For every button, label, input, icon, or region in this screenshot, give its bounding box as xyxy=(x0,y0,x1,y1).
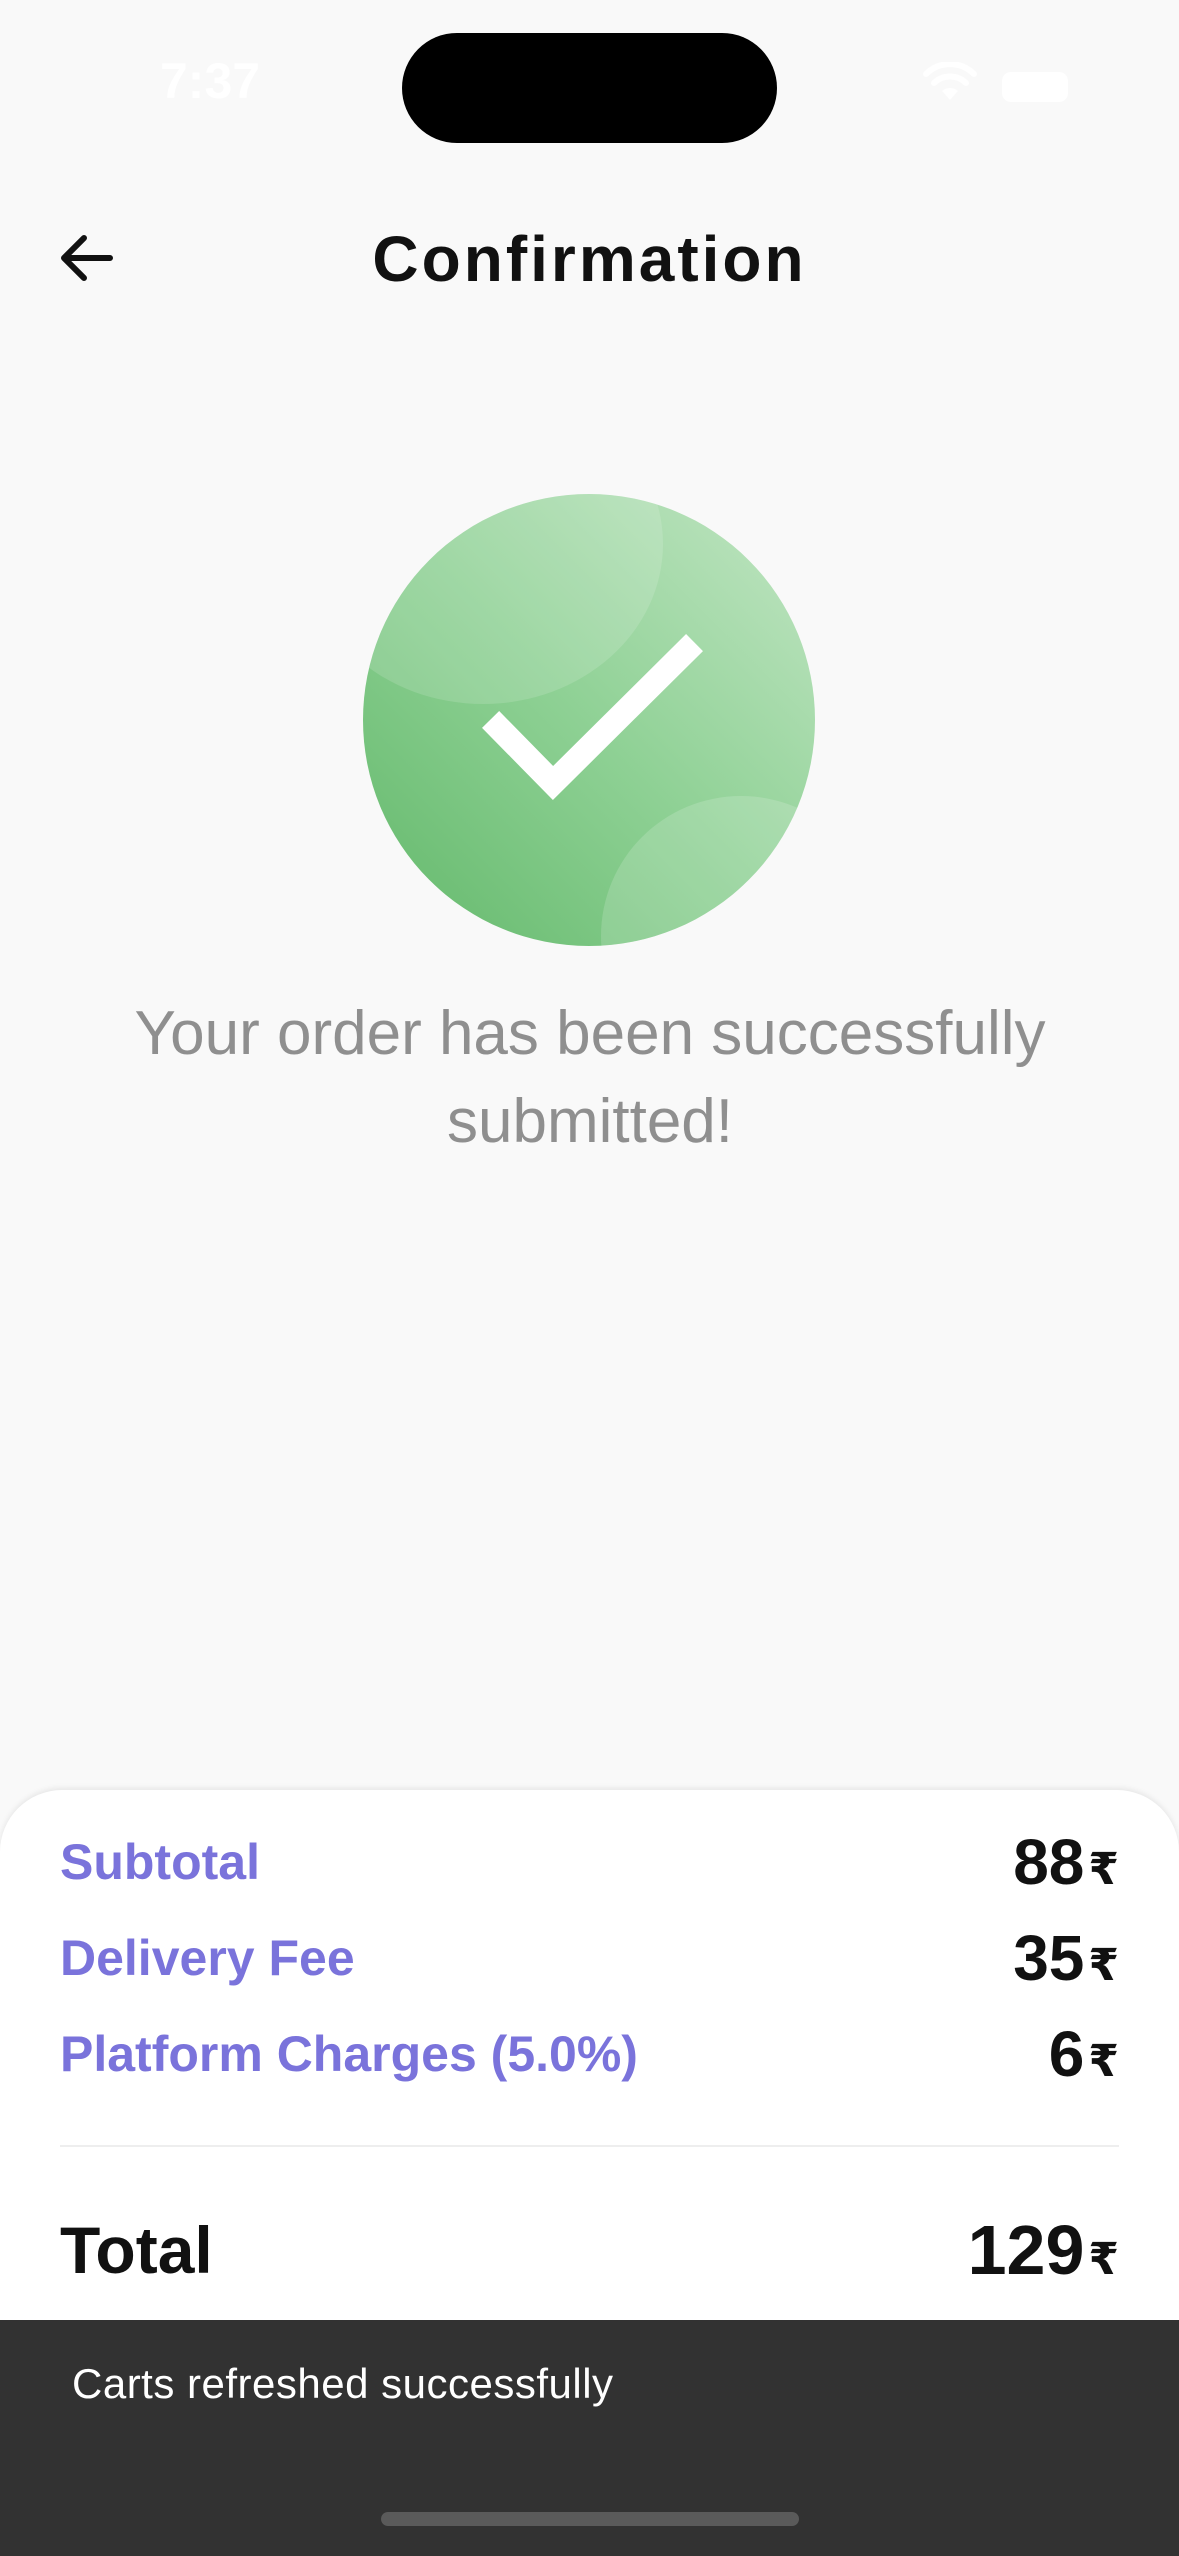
status-time: 7:37 xyxy=(160,53,261,109)
total-label: Total xyxy=(60,2213,213,2287)
checkmark-icon xyxy=(482,634,703,801)
total-amount: 129₹ xyxy=(967,2211,1119,2289)
snackbar-message: Carts refreshed successfully xyxy=(72,2360,614,2407)
delivery-fee-label: Delivery Fee xyxy=(60,1930,355,1986)
delivery-fee-amount: 35₹ xyxy=(1013,1922,1119,1994)
rupee-symbol: ₹ xyxy=(1088,1845,1119,1894)
dynamic-island xyxy=(402,33,777,143)
total-row: Total 129₹ xyxy=(60,2202,1119,2298)
divider xyxy=(60,2145,1119,2147)
subtotal-label: Subtotal xyxy=(60,1834,260,1890)
confirmation-screen: 7:37 Confirmation Your order has been su… xyxy=(0,0,1179,2556)
rupee-symbol: ₹ xyxy=(1088,2037,1119,2086)
battery-icon xyxy=(1002,72,1068,102)
platform-charges-label: Platform Charges (5.0%) xyxy=(60,2026,638,2082)
subtotal-amount: 88₹ xyxy=(1013,1826,1119,1898)
rupee-symbol: ₹ xyxy=(1088,1941,1119,1990)
success-message: Your order has been successfully submitt… xyxy=(134,999,1046,1156)
success-illustration xyxy=(363,494,815,946)
rupee-symbol: ₹ xyxy=(1088,2235,1119,2284)
subtotal-row: Subtotal 88₹ xyxy=(60,1826,1119,1898)
wifi-icon xyxy=(923,62,977,100)
page-title: Confirmation xyxy=(372,223,807,295)
platform-charges-row: Platform Charges (5.0%) 6₹ xyxy=(60,2018,1119,2090)
home-indicator[interactable] xyxy=(381,2512,799,2526)
platform-charges-amount: 6₹ xyxy=(1048,2018,1119,2090)
delivery-fee-row: Delivery Fee 35₹ xyxy=(60,1922,1119,1994)
